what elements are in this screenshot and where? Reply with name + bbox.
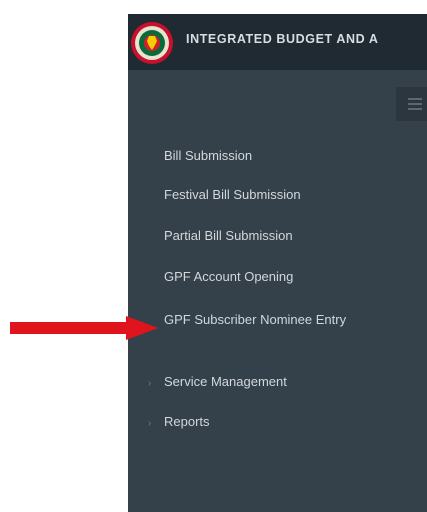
government-emblem-icon[interactable] [130,21,174,65]
app-title: INTEGRATED BUDGET AND A [186,32,379,46]
sidebar-item-gpf-subscriber-nominee-entry[interactable]: GPF Subscriber Nominee Entry [164,312,394,328]
hamburger-menu-icon[interactable] [396,87,427,121]
app-header: INTEGRATED BUDGET AND A [128,14,427,70]
sidebar-item-reports[interactable]: › Reports [148,414,388,432]
sidebar-item-label: Partial Bill Submission [164,228,293,243]
sidebar-item-label: GPF Account Opening [164,269,294,284]
sidebar-item-gpf-account-opening[interactable]: GPF Account Opening [164,269,404,285]
sidebar-item-festival-bill-submission[interactable]: Festival Bill Submission [164,187,404,203]
chevron-right-icon: › [148,418,152,429]
sidebar: Bill Submission Festival Bill Submission… [128,70,427,512]
sidebar-item-bill-submission[interactable]: Bill Submission [164,148,404,164]
sidebar-item-label: GPF Subscriber Nominee Entry [164,312,347,327]
red-arrow-icon [10,316,158,340]
sidebar-item-label: Reports [164,414,210,429]
chevron-right-icon: › [148,378,152,389]
sidebar-item-service-management[interactable]: › Service Management [148,374,388,392]
sidebar-item-label: Festival Bill Submission [164,187,301,202]
sidebar-item-partial-bill-submission[interactable]: Partial Bill Submission [164,228,404,244]
sidebar-item-label: Service Management [164,374,287,389]
sidebar-item-label: Bill Submission [164,148,253,163]
